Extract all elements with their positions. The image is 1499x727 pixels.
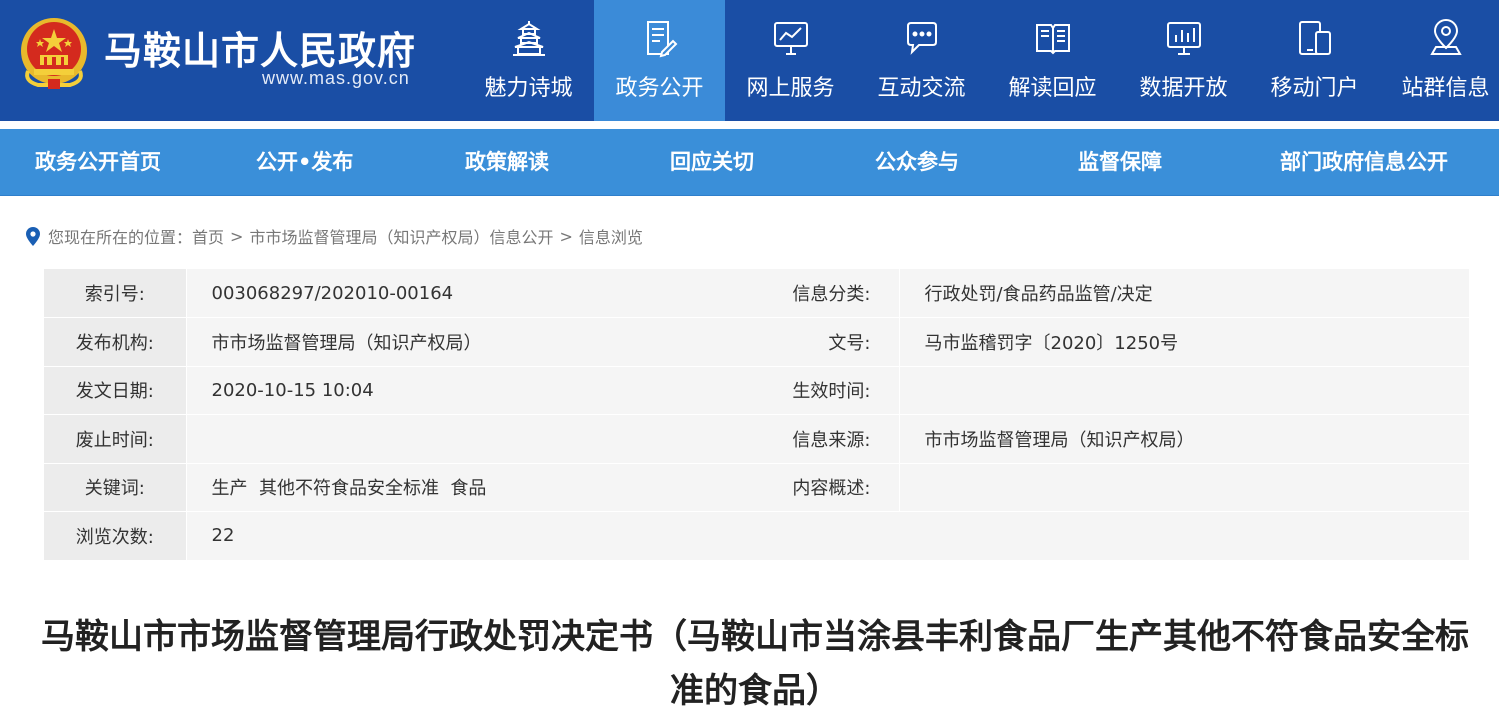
- breadcrumb-prefix: 您现在所在的位置：: [48, 228, 193, 247]
- effective-date-value: [899, 366, 1469, 415]
- monitor-icon: [773, 22, 808, 55]
- keywords-value: 生产 其他不符食品安全标准 食品: [186, 463, 756, 512]
- summary-label: 内容概述:: [756, 463, 900, 512]
- mobile-tablet-icon: [1298, 21, 1331, 55]
- index-no-label: 索引号:: [44, 269, 187, 318]
- source-value: 市市场监督管理局（知识产权局）: [899, 414, 1469, 464]
- document-icon: [646, 21, 677, 58]
- effective-date-label: 生效时间:: [756, 366, 900, 415]
- table-row: 发文日期: 2020-10-15 10:04 生效时间:: [44, 366, 1469, 415]
- table-row: 废止时间: 信息来源: 市市场监督管理局（知识产权局）: [44, 414, 1469, 464]
- location-pin-icon: [1429, 19, 1462, 55]
- issue-date-label: 发文日期:: [44, 366, 187, 415]
- breadcrumb-home[interactable]: 首页: [192, 224, 224, 248]
- views-value: 22: [186, 511, 1469, 561]
- subnav-item-publish[interactable]: 公开•发布: [256, 129, 353, 196]
- issue-date-value: 2020-10-15 10:04: [186, 366, 756, 415]
- index-no-value: 003068297/202010-00164: [186, 269, 756, 318]
- pagoda-icon: [512, 21, 545, 56]
- table-row: 浏览次数: 22: [44, 511, 1469, 561]
- publisher-label: 发布机构:: [44, 317, 187, 367]
- nav-item-online-service[interactable]: 网上服务: [725, 0, 856, 121]
- main-nav: 魅力诗城 政务公开 网上服务 互动交流 解读回应 数据开放 移动门户 站群信息: [463, 0, 1499, 121]
- breadcrumb-separator: >: [559, 226, 573, 246]
- nav-item-charm-city[interactable]: 魅力诗城: [463, 0, 594, 121]
- nav-label: 数据开放: [1139, 76, 1228, 101]
- subnav-item-participation[interactable]: 公众参与: [875, 129, 959, 196]
- header-gap: [0, 121, 1499, 129]
- expiry-date-label: 废止时间:: [44, 414, 187, 464]
- info-table: 索引号: 003068297/202010-00164 信息分类: 行政处罚/食…: [44, 269, 1469, 561]
- breadcrumb-dept[interactable]: 市市场监督管理局（知识产权局）信息公开: [249, 224, 553, 248]
- nav-item-mobile-portal[interactable]: 移动门户: [1249, 0, 1380, 121]
- expiry-date-value: [186, 414, 756, 464]
- site-header: 马鞍山市人民政府 www.mas.gov.cn 魅力诗城 政务公开 网上服务 互…: [0, 0, 1499, 121]
- nav-label: 站群信息: [1401, 76, 1490, 101]
- category-label: 信息分类:: [756, 269, 900, 318]
- subnav-item-response[interactable]: 回应关切: [670, 129, 754, 196]
- table-row: 关键词: 生产 其他不符食品安全标准 食品 内容概述:: [44, 463, 1469, 512]
- keywords-label: 关键词:: [44, 463, 187, 512]
- location-pin-icon: [26, 226, 40, 246]
- open-book-icon: [1035, 24, 1070, 55]
- subnav-item-policy[interactable]: 政策解读: [465, 129, 549, 196]
- publisher-value: 市市场监督管理局（知识产权局）: [186, 317, 756, 367]
- nav-item-site-group[interactable]: 站群信息: [1380, 0, 1499, 121]
- breadcrumb: 您现在所在的位置： 首页 > 市市场监督管理局（知识产权局）信息公开 > 信息浏…: [26, 223, 643, 249]
- doc-number-value: 马市监稽罚字〔2020〕1250号: [899, 317, 1469, 367]
- subnav-item-departments[interactable]: 部门政府信息公开: [1280, 129, 1448, 196]
- nav-item-gov-affairs[interactable]: 政务公开: [594, 0, 725, 121]
- category-value: 行政处罚/食品药品监管/决定: [899, 269, 1469, 318]
- nav-label: 移动门户: [1270, 76, 1359, 101]
- table-row: 发布机构: 市市场监督管理局（知识产权局） 文号: 马市监稽罚字〔2020〕12…: [44, 317, 1469, 367]
- nav-label: 解读回应: [1008, 76, 1097, 101]
- nav-item-interaction[interactable]: 互动交流: [856, 0, 987, 121]
- sub-nav: 政务公开首页 公开•发布 政策解读 回应关切 公众参与 监督保障 部门政府信息公…: [0, 129, 1499, 196]
- breadcrumb-current[interactable]: 信息浏览: [579, 224, 643, 248]
- doc-number-label: 文号:: [756, 317, 900, 367]
- subnav-item-home[interactable]: 政务公开首页: [35, 129, 161, 196]
- table-row: 索引号: 003068297/202010-00164 信息分类: 行政处罚/食…: [44, 269, 1469, 318]
- national-emblem-icon[interactable]: [18, 15, 90, 91]
- site-name[interactable]: 马鞍山市人民政府: [104, 20, 416, 75]
- bar-screen-icon: [1166, 22, 1201, 55]
- chat-bubble-icon: [906, 22, 937, 55]
- nav-item-interpretation[interactable]: 解读回应: [987, 0, 1118, 121]
- nav-label: 政务公开: [615, 76, 704, 101]
- site-url: www.mas.gov.cn: [262, 68, 410, 88]
- subnav-item-supervision[interactable]: 监督保障: [1078, 129, 1162, 196]
- breadcrumb-separator: >: [230, 226, 244, 246]
- views-label: 浏览次数:: [44, 511, 187, 561]
- summary-value: [899, 463, 1469, 512]
- nav-label: 互动交流: [877, 76, 966, 101]
- article-title: 马鞍山市市场监督管理局行政处罚决定书（马鞍山市当涂县丰利食品厂生产其他不符食品安…: [41, 617, 1469, 711]
- nav-item-open-data[interactable]: 数据开放: [1118, 0, 1249, 121]
- nav-label: 网上服务: [746, 76, 835, 101]
- nav-label: 魅力诗城: [484, 76, 573, 101]
- source-label: 信息来源:: [756, 414, 900, 464]
